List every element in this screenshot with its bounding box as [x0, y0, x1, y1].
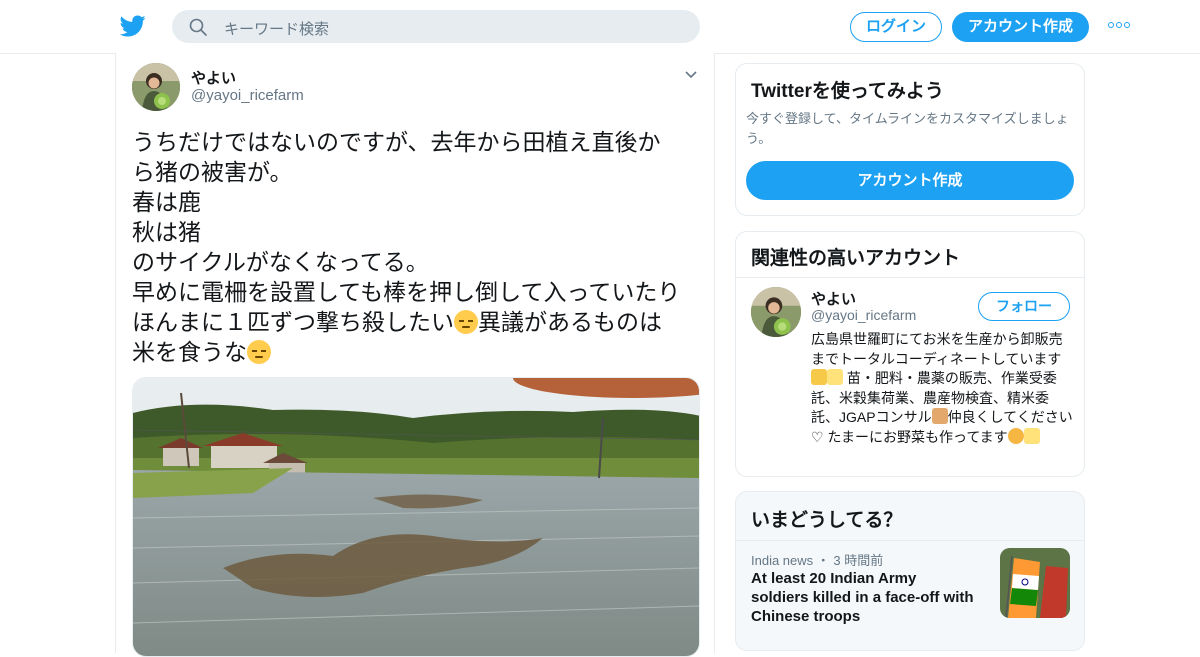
sparkles-icon [1023, 427, 1040, 444]
more-options-icon[interactable] [1108, 22, 1130, 30]
related-accounts-card: 関連性の高いアカウント やよい @yayoi_ricefarm フォロー 広島県… [735, 231, 1085, 477]
pensive-face-icon [454, 310, 478, 334]
author-avatar[interactable] [132, 63, 180, 111]
search-icon [189, 18, 207, 36]
top-navigation-bar: キーワード検索 ログイン アカウント作成 [0, 0, 1200, 54]
related-account-name[interactable]: やよい [811, 288, 856, 309]
author-name[interactable]: やよい [191, 67, 236, 88]
signup-card-title: Twitterを使ってみよう [751, 81, 944, 102]
tweet-line: ほんまに１匹ずつ撃ち殺したい 異議があるものは [132, 307, 704, 337]
search-input[interactable]: キーワード検索 [224, 18, 329, 39]
raised-hands-icon [811, 369, 827, 385]
tweet-line: 早めに電柵を設置しても棒を押し倒して入っていたり [132, 279, 681, 305]
tweet-line-part: 異議があるものは [478, 309, 662, 335]
signup-button[interactable]: アカウント作成 [952, 12, 1089, 42]
bio-text: 広島県世羅町にてお米を生産から卸販売までトータルコーディネートしています [811, 331, 1063, 367]
signup-card-subtitle: 今すぐ登録して、タイムラインをカスタマイズしましょう。 [746, 111, 1069, 146]
kissing-face-icon [1007, 427, 1024, 444]
related-account-avatar[interactable] [751, 287, 801, 337]
trend-separator: ・ [816, 553, 830, 568]
tweet-line: のサイクルがなくなってる。 [132, 249, 429, 275]
related-account-handle[interactable]: @yayoi_ricefarm [811, 307, 916, 323]
signup-card: Twitterを使ってみよう 今すぐ登録して、タイムラインをカスタマイズしましょ… [735, 63, 1085, 216]
follow-button[interactable]: フォロー [978, 292, 1070, 321]
tweet-line: ら猪の被害が。 [132, 159, 293, 185]
tweet-line: うちだけではないのですが、去年から田植え直後か [132, 129, 661, 155]
tweet-line-part: ほんまに１匹ずつ撃ち殺したい [132, 309, 454, 335]
tweet-line: 秋は猪 [132, 219, 201, 245]
signup-card-button[interactable]: アカウント作成 [746, 161, 1074, 200]
trend-headline[interactable]: At least 20 Indian Army soldiers killed … [751, 569, 976, 626]
tweet-photo[interactable] [132, 377, 700, 657]
trends-card: いまどうしてる？ India news ・ 3 時間前 At least 20 … [735, 491, 1085, 651]
trend-source: India news [751, 553, 814, 568]
related-accounts-title: 関連性の高いアカウント [751, 248, 961, 269]
login-button[interactable]: ログイン [850, 12, 942, 42]
author-handle[interactable]: @yayoi_ricefarm [191, 87, 304, 104]
tweet-text: うちだけではないのですが、去年から田植え直後か ら猪の被害が。 春は鹿 秋は猪 … [132, 127, 704, 367]
search-bar[interactable]: キーワード検索 [172, 10, 700, 43]
pensive-face-icon [247, 340, 271, 364]
twitter-bird-icon[interactable] [120, 13, 146, 39]
tweet-line-part: 米を食うな [132, 339, 247, 365]
trend-thumbnail[interactable] [1000, 548, 1070, 618]
tweet-line: 米を食うな [132, 337, 704, 367]
tweet-card: やよい @yayoi_ricefarm うちだけではないのですが、去年から田植え… [115, 53, 715, 657]
trend-time: 3 時間前 [833, 553, 884, 568]
trend-meta: India news ・ 3 時間前 [751, 550, 883, 569]
related-account-bio: 広島県世羅町にてお米を生産から卸販売までトータルコーディネートしています 苗・肥… [811, 330, 1073, 447]
trends-title: いまどうしてる？ [751, 510, 903, 531]
farmer-icon [931, 408, 948, 424]
tweet-line: 春は鹿 [132, 189, 201, 215]
divider [736, 540, 1084, 541]
sparkles-icon [827, 369, 843, 385]
chevron-down-icon[interactable] [684, 70, 698, 80]
divider [736, 277, 1084, 278]
